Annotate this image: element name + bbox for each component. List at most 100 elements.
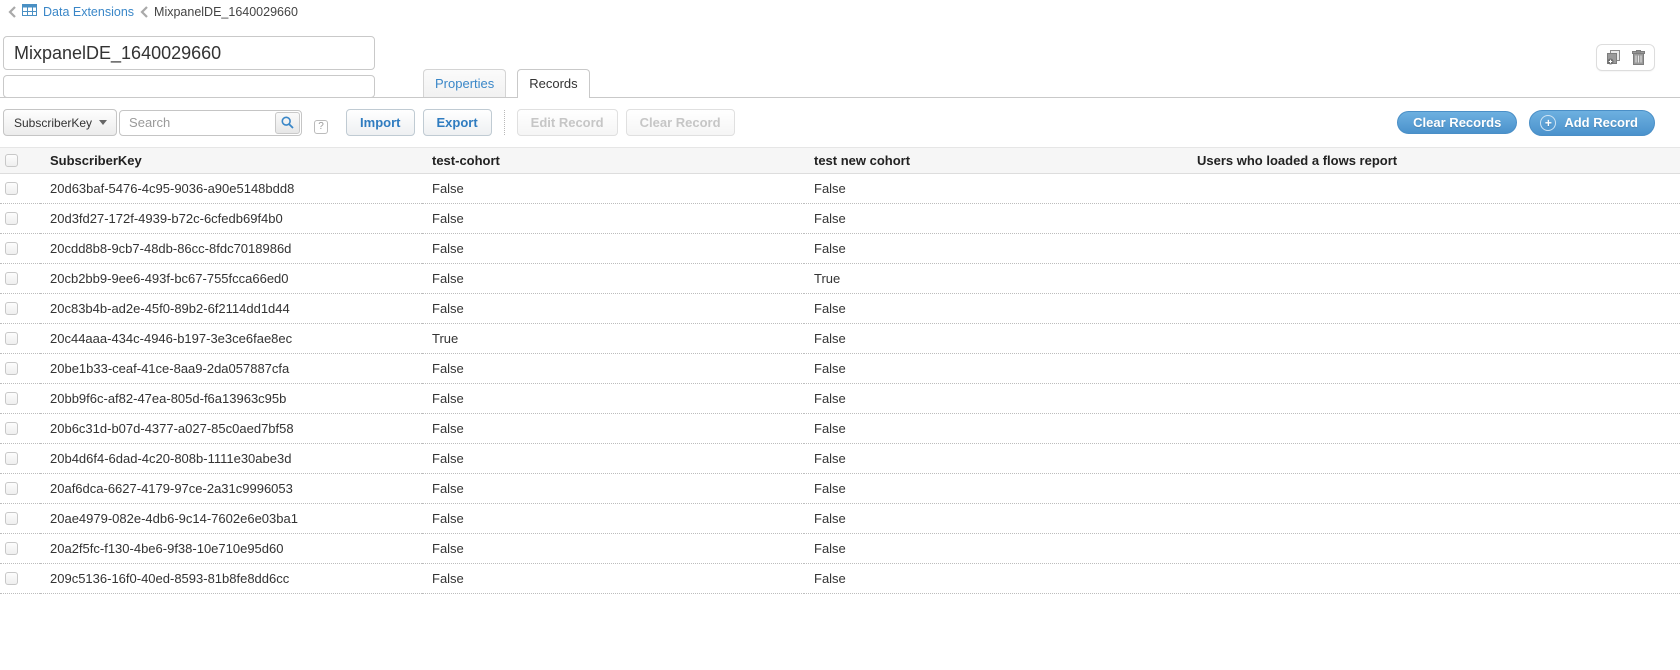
table-row[interactable]: 20b6c31d-b07d-4377-a027-85c0aed7bf58 Fal… xyxy=(0,414,1680,444)
cell-users-flows-report xyxy=(1187,504,1680,534)
table-row[interactable]: 20a2f5fc-f130-4be6-9f38-10e710e95d60 Fal… xyxy=(0,534,1680,564)
cell-test-new-cohort: False xyxy=(804,324,1187,354)
column-header-users-flows-report: Users who loaded a flows report xyxy=(1187,148,1680,174)
import-button[interactable]: Import xyxy=(346,109,414,136)
cell-test-new-cohort: False xyxy=(804,174,1187,204)
row-checkbox[interactable] xyxy=(5,332,18,345)
add-record-button[interactable]: + Add Record xyxy=(1529,110,1655,136)
cell-test-cohort: True xyxy=(422,324,804,354)
cell-test-cohort: False xyxy=(422,354,804,384)
row-checkbox[interactable] xyxy=(5,572,18,585)
description-field[interactable] xyxy=(3,75,375,98)
cell-subscriberkey: 20cdd8b8-9cb7-48db-86cc-8fdc7018986d xyxy=(40,234,422,264)
help-icon[interactable]: ? xyxy=(314,120,328,134)
row-checkbox[interactable] xyxy=(5,392,18,405)
cell-test-cohort: False xyxy=(422,564,804,594)
cell-test-new-cohort: False xyxy=(804,384,1187,414)
row-checkbox[interactable] xyxy=(5,542,18,555)
cell-subscriberkey: 20c83b4b-ad2e-45f0-89b2-6f2114dd1d44 xyxy=(40,294,422,324)
column-header-subscriberkey: SubscriberKey xyxy=(40,148,422,174)
cell-test-new-cohort: False xyxy=(804,354,1187,384)
table-row[interactable]: 209c5136-16f0-40ed-8593-81b8fe8dd6cc Fal… xyxy=(0,564,1680,594)
search-button[interactable] xyxy=(275,112,300,134)
table-row[interactable]: 20cdd8b8-9cb7-48db-86cc-8fdc7018986d Fal… xyxy=(0,234,1680,264)
row-checkbox[interactable] xyxy=(5,272,18,285)
table-row[interactable]: 20cb2bb9-9ee6-493f-bc67-755fcca66ed0 Fal… xyxy=(0,264,1680,294)
table-row[interactable]: 20af6dca-6627-4179-97ce-2a31c9996053 Fal… xyxy=(0,474,1680,504)
row-checkbox[interactable] xyxy=(5,302,18,315)
breadcrumb: Data Extensions MixpanelDE_1640029660 xyxy=(0,0,1680,22)
cell-test-new-cohort: False xyxy=(804,534,1187,564)
cell-subscriberkey: 20a2f5fc-f130-4be6-9f38-10e710e95d60 xyxy=(40,534,422,564)
row-checkbox[interactable] xyxy=(5,242,18,255)
cell-subscriberkey: 20b6c31d-b07d-4377-a027-85c0aed7bf58 xyxy=(40,414,422,444)
row-checkbox[interactable] xyxy=(5,212,18,225)
row-checkbox[interactable] xyxy=(5,452,18,465)
cell-users-flows-report xyxy=(1187,354,1680,384)
table-row[interactable]: 20b4d6f4-6dad-4c20-808b-1111e30abe3d Fal… xyxy=(0,444,1680,474)
copy-icon[interactable] xyxy=(1606,50,1622,65)
header-section xyxy=(0,22,1680,98)
breadcrumb-current: MixpanelDE_1640029660 xyxy=(154,5,298,19)
cell-users-flows-report xyxy=(1187,414,1680,444)
search-field-dropdown[interactable]: SubscriberKey xyxy=(3,109,117,136)
records-toolbar: SubscriberKey ? Import Export Edit Recor… xyxy=(0,98,1680,147)
edit-record-button[interactable]: Edit Record xyxy=(517,109,618,136)
table-row[interactable]: 20d63baf-5476-4c95-9036-a90e5148bdd8 Fal… xyxy=(0,174,1680,204)
cell-subscriberkey: 20af6dca-6627-4179-97ce-2a31c9996053 xyxy=(40,474,422,504)
cell-users-flows-report xyxy=(1187,534,1680,564)
table-header-row: SubscriberKey test-cohort test new cohor… xyxy=(0,148,1680,174)
select-all-checkbox[interactable] xyxy=(5,154,18,167)
cell-test-cohort: False xyxy=(422,444,804,474)
cell-test-cohort: False xyxy=(422,204,804,234)
column-header-test-new-cohort: test new cohort xyxy=(804,148,1187,174)
chevron-down-icon xyxy=(99,120,107,125)
cell-subscriberkey: 20c44aaa-434c-4946-b197-3e3ce6fae8ec xyxy=(40,324,422,354)
row-checkbox[interactable] xyxy=(5,362,18,375)
cell-test-cohort: False xyxy=(422,384,804,414)
cell-subscriberkey: 20bb9f6c-af82-47ea-805d-f6a13963c95b xyxy=(40,384,422,414)
cell-users-flows-report xyxy=(1187,264,1680,294)
row-checkbox[interactable] xyxy=(5,482,18,495)
table-row[interactable]: 20c83b4b-ad2e-45f0-89b2-6f2114dd1d44 Fal… xyxy=(0,294,1680,324)
breadcrumb-separator-chevron-icon xyxy=(140,6,148,18)
table-row[interactable]: 20be1b33-ceaf-41ce-8aa9-2da057887cfa Fal… xyxy=(0,354,1680,384)
cell-test-new-cohort: False xyxy=(804,294,1187,324)
cell-users-flows-report xyxy=(1187,384,1680,414)
back-chevron-icon[interactable] xyxy=(8,6,16,18)
table-row[interactable]: 20d3fd27-172f-4939-b72c-6cfedb69f4b0 Fal… xyxy=(0,204,1680,234)
cell-users-flows-report xyxy=(1187,474,1680,504)
clear-record-button[interactable]: Clear Record xyxy=(626,109,735,136)
search-field-dropdown-label: SubscriberKey xyxy=(14,116,92,130)
row-checkbox[interactable] xyxy=(5,512,18,525)
cell-subscriberkey: 20ae4979-082e-4db6-9c14-7602e6e03ba1 xyxy=(40,504,422,534)
cell-subscriberkey: 20b4d6f4-6dad-4c20-808b-1111e30abe3d xyxy=(40,444,422,474)
row-checkbox[interactable] xyxy=(5,182,18,195)
cell-users-flows-report xyxy=(1187,444,1680,474)
table-row[interactable]: 20bb9f6c-af82-47ea-805d-f6a13963c95b Fal… xyxy=(0,384,1680,414)
plus-icon: + xyxy=(1540,115,1556,131)
cell-subscriberkey: 20d63baf-5476-4c95-9036-a90e5148bdd8 xyxy=(40,174,422,204)
cell-subscriberkey: 20d3fd27-172f-4939-b72c-6cfedb69f4b0 xyxy=(40,204,422,234)
add-record-label: Add Record xyxy=(1564,115,1638,130)
export-button[interactable]: Export xyxy=(423,109,492,136)
row-checkbox[interactable] xyxy=(5,422,18,435)
cell-test-cohort: False xyxy=(422,414,804,444)
name-field[interactable] xyxy=(3,36,375,70)
cell-test-new-cohort: False xyxy=(804,414,1187,444)
cell-test-new-cohort: True xyxy=(804,264,1187,294)
table-row[interactable]: 20ae4979-082e-4db6-9c14-7602e6e03ba1 Fal… xyxy=(0,504,1680,534)
records-tbody: 20d63baf-5476-4c95-9036-a90e5148bdd8 Fal… xyxy=(0,174,1680,594)
breadcrumb-data-extensions-link[interactable]: Data Extensions xyxy=(43,5,134,19)
cell-test-new-cohort: False xyxy=(804,504,1187,534)
search-icon xyxy=(281,116,294,129)
cell-test-new-cohort: False xyxy=(804,474,1187,504)
cell-subscriberkey: 20be1b33-ceaf-41ce-8aa9-2da057887cfa xyxy=(40,354,422,384)
cell-users-flows-report xyxy=(1187,204,1680,234)
clear-records-button[interactable]: Clear Records xyxy=(1397,111,1517,134)
cell-users-flows-report xyxy=(1187,174,1680,204)
table-row[interactable]: 20c44aaa-434c-4946-b197-3e3ce6fae8ec Tru… xyxy=(0,324,1680,354)
delete-trash-icon[interactable] xyxy=(1632,50,1645,65)
cell-test-cohort: False xyxy=(422,534,804,564)
cell-test-new-cohort: False xyxy=(804,234,1187,264)
